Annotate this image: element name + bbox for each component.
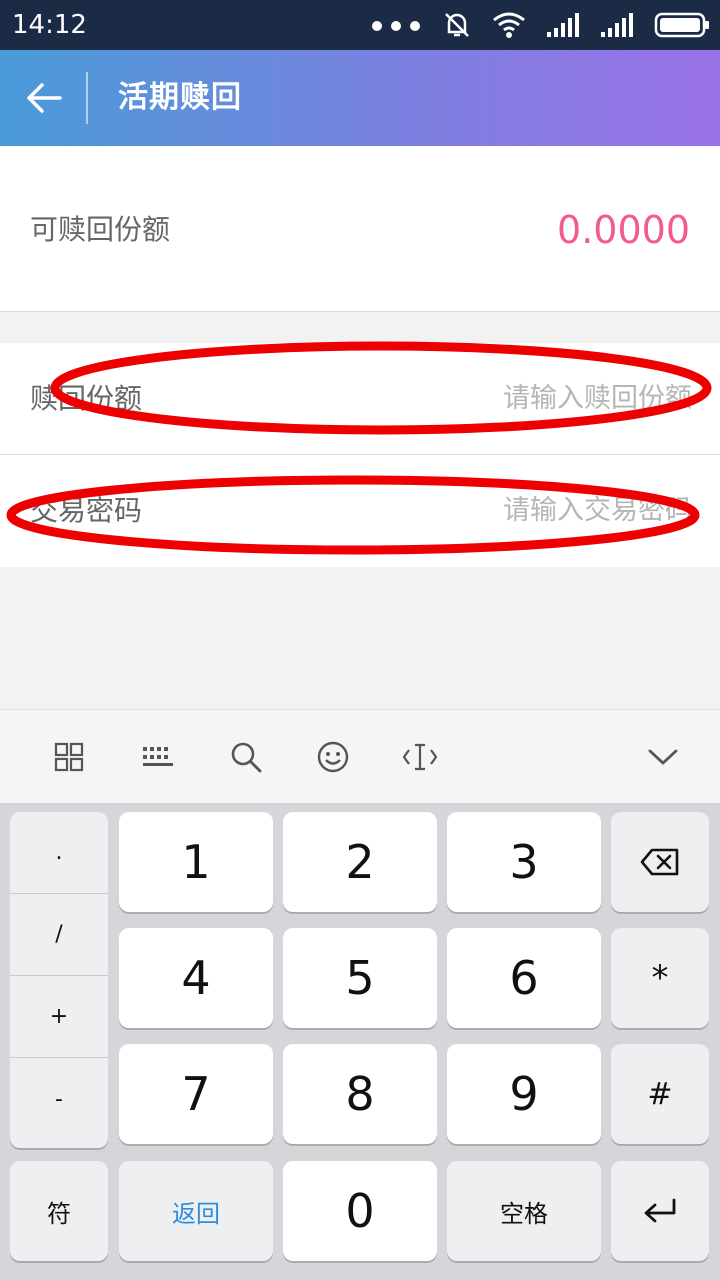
kb-grid-button[interactable] <box>45 733 93 781</box>
silent-bell-icon <box>445 13 469 37</box>
battery-icon <box>654 12 709 38</box>
kb-layout-button[interactable] <box>134 733 182 781</box>
key-dot[interactable]: . <box>10 812 108 894</box>
kb-hide-button[interactable] <box>639 733 687 781</box>
trade-password-input[interactable] <box>392 485 692 535</box>
numeric-keyboard: . / + - 1 2 3 4 5 6 * 7 8 9 # 符 返回 0 空格 <box>0 803 720 1280</box>
key-enter[interactable] <box>611 1161 709 1261</box>
status-icons <box>370 10 710 40</box>
search-icon <box>231 742 262 773</box>
key-hash[interactable]: # <box>611 1044 709 1144</box>
back-button[interactable] <box>20 74 68 122</box>
key-4[interactable]: 4 <box>119 928 273 1028</box>
status-time: 14:12 <box>12 10 87 40</box>
redeem-amount-row: 赎回份额 <box>0 343 720 455</box>
app-bar: 活期赎回 <box>0 50 720 146</box>
enter-icon <box>644 1198 676 1223</box>
key-0[interactable]: 0 <box>283 1161 437 1261</box>
balance-card: 可赎回份额 0.0000 <box>0 146 720 312</box>
key-symbols[interactable]: 符 <box>10 1161 108 1261</box>
trade-password-row: 交易密码 <box>0 455 720 567</box>
kb-search-button[interactable] <box>222 733 270 781</box>
key-minus[interactable]: - <box>10 1058 108 1140</box>
emoji-icon <box>317 741 349 773</box>
balance-label: 可赎回份额 <box>30 213 171 246</box>
signal-icon-2 <box>601 13 633 37</box>
page-title: 活期赎回 <box>118 80 242 115</box>
signal-icon-1 <box>547 13 579 37</box>
symbol-column: . / + - <box>10 812 108 1148</box>
redeem-amount-input[interactable] <box>392 373 692 423</box>
key-backspace[interactable] <box>611 812 709 912</box>
key-space[interactable]: 空格 <box>447 1161 601 1261</box>
keyboard-toolbar <box>0 709 720 803</box>
key-3[interactable]: 3 <box>447 812 601 912</box>
key-back[interactable]: 返回 <box>119 1161 273 1261</box>
balance-value: 0.0000 <box>557 208 690 252</box>
kb-cursor-button[interactable] <box>396 733 444 781</box>
key-6[interactable]: 6 <box>447 928 601 1028</box>
key-slash[interactable]: / <box>10 894 108 976</box>
more-dots-icon <box>372 21 420 31</box>
backspace-icon <box>640 848 679 876</box>
key-star[interactable]: * <box>611 928 709 1028</box>
trade-password-label: 交易密码 <box>30 494 143 527</box>
grid-icon <box>54 742 84 772</box>
redeem-amount-label: 赎回份额 <box>30 382 143 415</box>
key-7[interactable]: 7 <box>119 1044 273 1144</box>
wifi-icon <box>493 12 525 38</box>
key-plus[interactable]: + <box>10 976 108 1058</box>
kb-emoji-button[interactable] <box>309 733 357 781</box>
key-5[interactable]: 5 <box>283 928 437 1028</box>
back-arrow-icon <box>27 83 62 113</box>
key-9[interactable]: 9 <box>447 1044 601 1144</box>
key-8[interactable]: 8 <box>283 1044 437 1144</box>
key-2[interactable]: 2 <box>283 812 437 912</box>
app-bar-divider <box>86 72 88 124</box>
chevron-down-icon <box>648 749 678 765</box>
key-1[interactable]: 1 <box>119 812 273 912</box>
status-bar: 14:12 <box>0 0 720 50</box>
redeem-form: 赎回份额 交易密码 <box>0 343 720 567</box>
keyboard-icon <box>143 747 173 766</box>
text-cursor-icon <box>402 743 438 771</box>
